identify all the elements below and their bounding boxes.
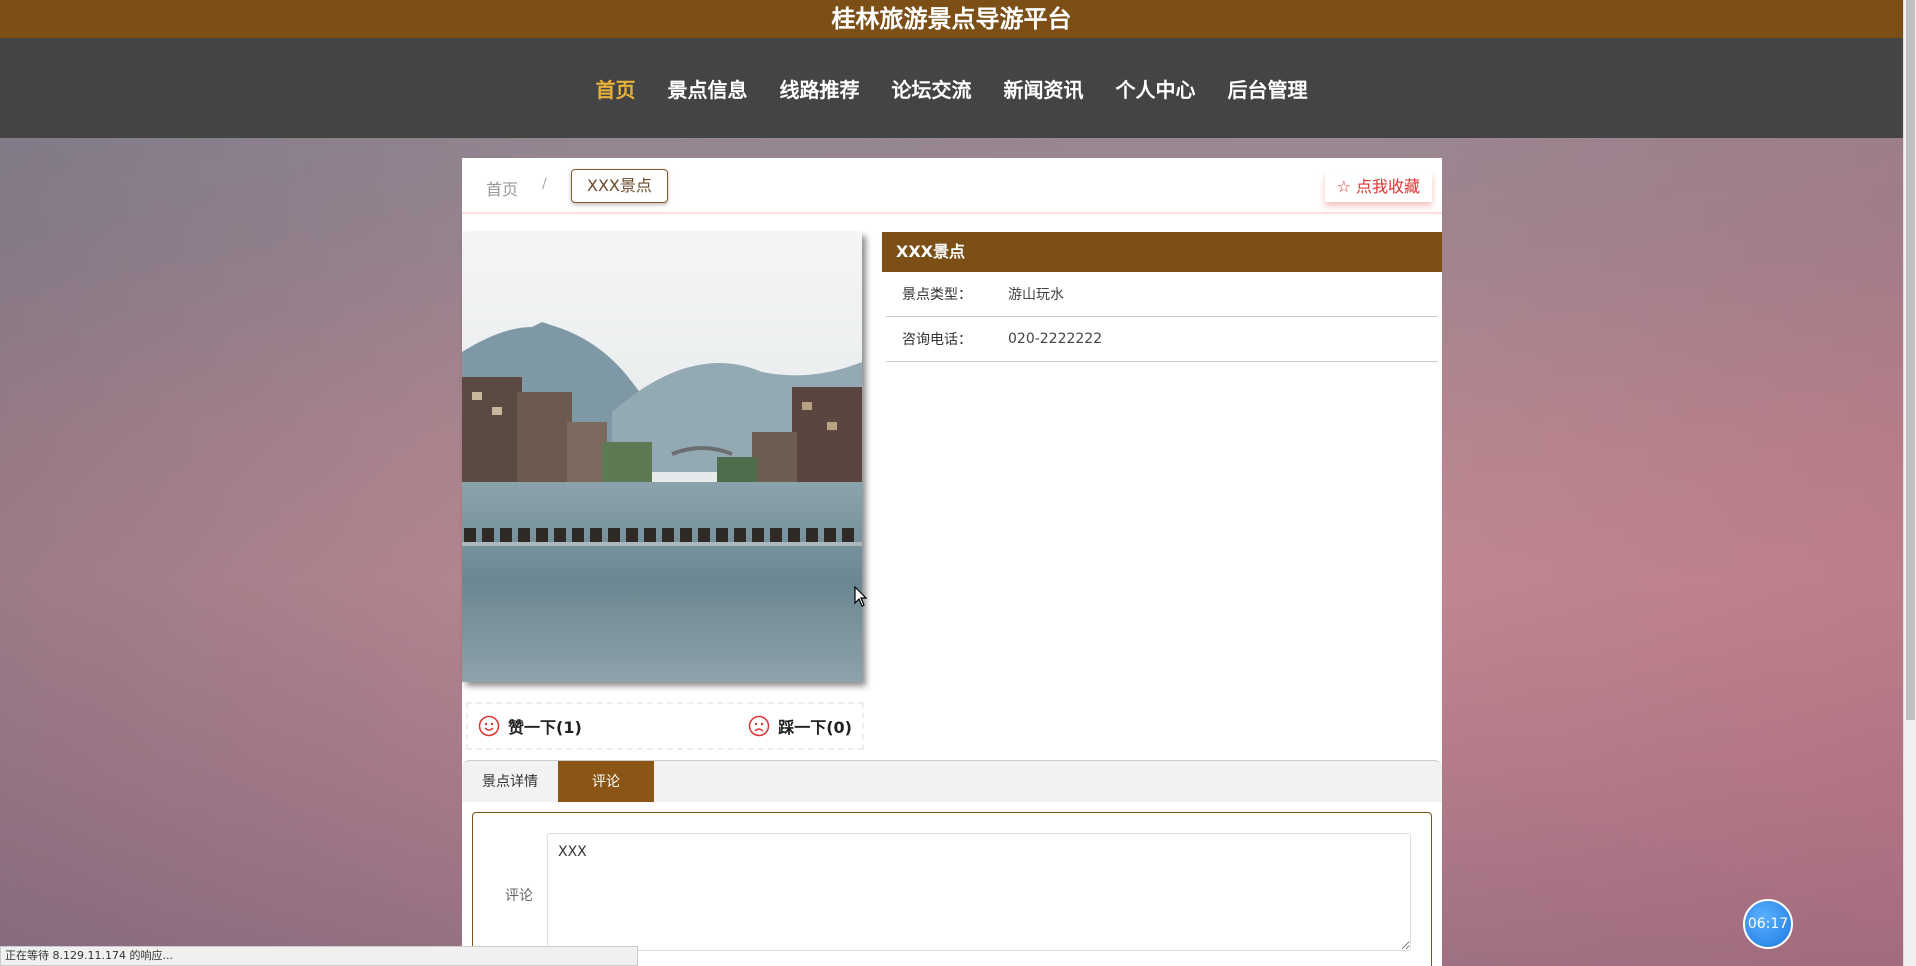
- nav-item-profile[interactable]: 个人中心: [1115, 74, 1197, 103]
- attraction-title: XXX景点: [882, 232, 1442, 272]
- breadcrumb-home[interactable]: 首页: [486, 176, 518, 200]
- nav-item-attractions[interactable]: 景点信息: [667, 74, 749, 103]
- breadcrumb-current: XXX景点: [571, 169, 668, 203]
- nav-item-home[interactable]: 首页: [595, 74, 637, 103]
- frown-icon: [748, 715, 770, 737]
- smile-icon: [478, 715, 500, 737]
- breadcrumb: 首页 / XXX景点 ☆ 点我收藏: [462, 158, 1442, 214]
- page-scrollbar[interactable]: [1903, 0, 1916, 966]
- dislike-button[interactable]: 踩一下(0): [748, 714, 852, 738]
- nav-item-news[interactable]: 新闻资讯: [1003, 74, 1085, 103]
- comment-form: 评论 XXX: [472, 812, 1432, 966]
- attraction-info: XXX景点 景点类型： 游山玩水 咨询电话： 020-2222222: [882, 232, 1442, 362]
- dislike-label: 踩一下(0): [778, 718, 852, 737]
- timer-badge[interactable]: 06:17: [1743, 899, 1793, 949]
- info-row-phone: 咨询电话： 020-2222222: [886, 317, 1438, 362]
- vote-box: 赞一下(1) 踩一下(0): [466, 702, 864, 750]
- breadcrumb-separator: /: [542, 176, 547, 192]
- nav-item-admin[interactable]: 后台管理: [1227, 74, 1309, 103]
- attraction-photo: [462, 232, 862, 682]
- info-value: 020-2222222: [1008, 331, 1103, 347]
- nav-item-forum[interactable]: 论坛交流: [891, 74, 973, 103]
- main-nav: 首页 景点信息 线路推荐 论坛交流 新闻资讯 个人中心 后台管理: [0, 38, 1903, 138]
- tab-details[interactable]: 景点详情: [462, 761, 558, 802]
- favorite-button[interactable]: ☆ 点我收藏: [1324, 172, 1432, 202]
- info-key: 景点类型：: [902, 287, 972, 303]
- nav-item-routes[interactable]: 线路推荐: [779, 74, 861, 103]
- site-title: 桂林旅游景点导游平台: [0, 0, 1903, 38]
- info-value: 游山玩水: [1008, 287, 1064, 303]
- detail-tabs: 景点详情 评论: [462, 760, 1442, 802]
- scrollbar-thumb[interactable]: [1906, 0, 1915, 720]
- browser-status-bar: 正在等待 8.129.11.174 的响应...: [0, 946, 638, 966]
- comment-label: 评论: [505, 888, 533, 904]
- info-row-type: 景点类型： 游山玩水: [886, 272, 1438, 317]
- like-label: 赞一下(1): [508, 718, 582, 737]
- like-button[interactable]: 赞一下(1): [478, 714, 582, 738]
- content-panel: 首页 / XXX景点 ☆ 点我收藏 赞一下(1) 踩一下(0) XXX景点 景点…: [462, 158, 1442, 966]
- comment-textarea[interactable]: XXX: [547, 833, 1411, 951]
- tab-comments[interactable]: 评论: [558, 761, 654, 802]
- info-key: 咨询电话：: [902, 332, 972, 348]
- mouse-cursor-icon: [854, 586, 868, 607]
